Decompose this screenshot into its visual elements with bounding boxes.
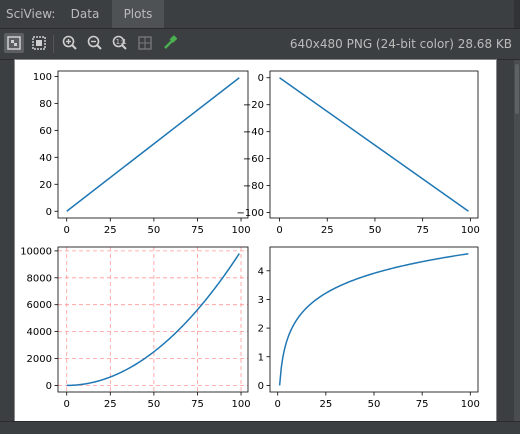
- tabbar-edge: [514, 0, 520, 28]
- y-tick-label: 2: [258, 324, 264, 335]
- tab-data[interactable]: Data: [58, 0, 112, 28]
- x-tick-label: 100: [461, 399, 480, 410]
- x-tick-label: 75: [191, 399, 204, 410]
- y-tick-label: 100: [33, 72, 52, 83]
- plot-toolbar: 1:1 640x480 PNG (24-bit color) 28.68 KB: [0, 29, 520, 60]
- y-tick-label: 2000: [27, 354, 52, 365]
- actual-size-button[interactable]: [4, 33, 24, 53]
- y-tick-label: 0: [258, 73, 264, 84]
- x-tick-label: 0: [276, 225, 282, 236]
- y-tick-label: 60: [39, 126, 52, 137]
- x-tick-label: 50: [368, 399, 381, 410]
- grid-toggle-icon: [138, 36, 152, 50]
- y-tick-label: −40: [243, 127, 264, 138]
- x-tick-label: 100: [231, 399, 250, 410]
- y-tick-label: 0: [46, 207, 52, 218]
- y-tick-label: 80: [39, 99, 52, 110]
- y-tick-label: 1: [258, 352, 264, 363]
- x-tick-label: 75: [416, 225, 429, 236]
- tab-plots[interactable]: Plots: [112, 0, 164, 28]
- x-tick-label: 75: [416, 399, 429, 410]
- x-tick-label: 25: [319, 399, 332, 410]
- image-info: 640x480 PNG (24-bit color) 28.68 KB: [289, 37, 512, 51]
- x-tick-label: 0: [64, 225, 70, 236]
- x-tick-label: 0: [275, 399, 281, 410]
- fit-to-window-icon: [32, 36, 46, 50]
- axes-frame: [57, 246, 249, 393]
- x-tick-label: 50: [148, 225, 161, 236]
- plot-image: 0 25 50 75 100 0 20 40 60 80 100 0 25 50 75 100 0 −20 −40−…: [14, 59, 497, 422]
- x-tick-label: 75: [191, 225, 204, 236]
- zoom-reset-button[interactable]: 1:1: [110, 33, 130, 53]
- y-tick-label: −100: [237, 208, 264, 219]
- x-tick-label: 25: [104, 399, 117, 410]
- y-tick-label: 3: [258, 295, 264, 306]
- series-line: [278, 252, 469, 386]
- y-tick-label: 6000: [27, 300, 52, 311]
- grid-toggle-button[interactable]: [135, 33, 155, 53]
- x-tick-label: 100: [231, 225, 250, 236]
- y-tick-label: 0: [46, 381, 52, 392]
- zoom-out-icon: [87, 35, 102, 50]
- y-tick-label: 0: [258, 381, 264, 392]
- x-tick-label: 100: [461, 225, 480, 236]
- y-tick-label: 4: [258, 266, 264, 277]
- series-line: [66, 253, 240, 387]
- x-tick-label: 25: [321, 225, 334, 236]
- zoom-in-button[interactable]: [60, 33, 80, 53]
- status-strip: [0, 421, 520, 434]
- fit-to-window-button[interactable]: [29, 33, 49, 53]
- toolbar-separator: [53, 35, 54, 53]
- x-tick-label: 50: [148, 399, 161, 410]
- y-tick-label: 40: [39, 153, 52, 164]
- axes-frame: [269, 246, 479, 393]
- series-line: [279, 77, 469, 212]
- y-tick-label: −20: [243, 100, 264, 111]
- window-title: SciView:: [6, 7, 56, 21]
- figure-canvas: 0 25 50 75 1000204060801000 25 50 75 1000−20−40−…: [20, 70, 480, 410]
- y-tick-label: −80: [243, 181, 264, 192]
- tool-window-tabbar: SciView: Data Plots: [0, 0, 520, 29]
- scroll-thumb[interactable]: [515, 64, 519, 114]
- svg-text:1:1: 1:1: [116, 38, 127, 46]
- zoom-in-icon: [62, 35, 77, 50]
- y-tick-label: 10000: [20, 246, 52, 257]
- y-tick-label: 4000: [27, 327, 52, 338]
- x-tick-label: 25: [104, 225, 117, 236]
- y-tick-label: 20: [39, 180, 52, 191]
- vertical-scrollbar[interactable]: [514, 60, 520, 421]
- actual-size-icon: [7, 36, 21, 50]
- x-tick-label: 50: [369, 225, 382, 236]
- x-tick-label: 0: [64, 399, 70, 410]
- y-tick-label: 8000: [27, 273, 52, 284]
- series-line: [66, 77, 240, 212]
- zoom-out-button[interactable]: [85, 33, 105, 53]
- y-tick-label: −60: [243, 154, 264, 165]
- zoom-reset-icon: 1:1: [112, 35, 127, 50]
- color-picker-button[interactable]: [160, 33, 180, 53]
- color-picker-icon: [164, 35, 178, 49]
